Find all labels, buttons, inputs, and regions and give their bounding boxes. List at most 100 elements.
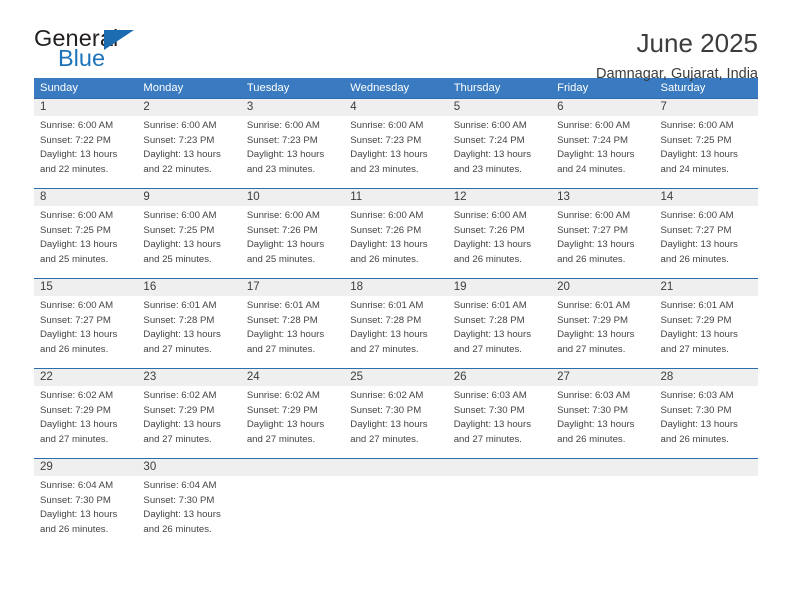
sunset-text: Sunset: 7:23 PM [246, 134, 318, 146]
weekday-header-wednesday: Wednesday [350, 82, 410, 94]
day-cell[interactable]: Sunrise: 6:01 AM Sunset: 7:28 PM Dayligh… [137, 296, 240, 368]
day-number[interactable]: 22 [34, 369, 137, 386]
daylight-text-line2: and 27 minutes. [453, 343, 522, 355]
weekday-header-saturday: Saturday [660, 82, 706, 94]
week-daynumber-band: 1 2 3 4 5 6 7 [34, 99, 758, 116]
day-cell[interactable]: Sunrise: 6:00 AM Sunset: 7:25 PM Dayligh… [137, 206, 240, 278]
day-cell[interactable]: Sunrise: 6:00 AM Sunset: 7:23 PM Dayligh… [241, 116, 344, 188]
day-cell[interactable]: Sunrise: 6:02 AM Sunset: 7:29 PM Dayligh… [34, 386, 137, 458]
calendar-page: General Blue June 2025 Damnagar, Gujarat… [0, 0, 792, 612]
day-number[interactable]: 27 [551, 369, 654, 386]
day-number[interactable]: 12 [448, 189, 551, 206]
day-cell[interactable]: Sunrise: 6:00 AM Sunset: 7:26 PM Dayligh… [448, 206, 551, 278]
day-number[interactable]: 7 [655, 99, 758, 116]
daylight-text-line1: Daylight: 13 hours [246, 239, 325, 251]
daylight-text-line2: and 27 minutes. [246, 343, 316, 355]
daylight-text-line2: and 22 minutes. [143, 163, 212, 175]
day-number[interactable]: 30 [137, 459, 240, 476]
sunset-text: Sunset: 7:23 PM [143, 134, 215, 146]
day-cell[interactable]: Sunrise: 6:02 AM Sunset: 7:29 PM Dayligh… [137, 386, 240, 458]
week-detail-band: Sunrise: 6:04 AM Sunset: 7:30 PM Dayligh… [34, 476, 758, 536]
day-number[interactable]: 1 [34, 99, 137, 116]
sunrise-text: Sunrise: 6:00 AM [660, 210, 734, 221]
daylight-text-line1: Daylight: 13 hours [660, 239, 738, 251]
sunset-text: Sunset: 7:25 PM [40, 224, 111, 236]
day-cell-empty [344, 476, 447, 536]
day-cell[interactable]: Sunrise: 6:04 AM Sunset: 7:30 PM Dayligh… [137, 476, 240, 536]
day-cell[interactable]: Sunrise: 6:03 AM Sunset: 7:30 PM Dayligh… [655, 386, 758, 458]
day-cell[interactable]: Sunrise: 6:00 AM Sunset: 7:27 PM Dayligh… [551, 206, 654, 278]
title-block: June 2025 Damnagar, Gujarat, India [596, 27, 758, 83]
day-number[interactable]: 6 [551, 99, 654, 116]
daylight-text-line1: Daylight: 13 hours [660, 419, 738, 431]
day-number[interactable]: 9 [137, 189, 240, 206]
day-cell[interactable]: Sunrise: 6:02 AM Sunset: 7:30 PM Dayligh… [344, 386, 447, 458]
sunrise-text: Sunrise: 6:00 AM [660, 120, 734, 131]
day-number[interactable]: 4 [344, 99, 447, 116]
day-number[interactable]: 29 [34, 459, 137, 476]
day-cell[interactable]: Sunrise: 6:00 AM Sunset: 7:24 PM Dayligh… [551, 116, 654, 188]
day-cell[interactable]: Sunrise: 6:01 AM Sunset: 7:29 PM Dayligh… [655, 296, 758, 368]
day-cell[interactable]: Sunrise: 6:00 AM Sunset: 7:23 PM Dayligh… [137, 116, 240, 188]
daylight-text-line2: and 26 minutes. [350, 253, 419, 265]
day-number[interactable]: 8 [34, 189, 137, 206]
week-detail-band: Sunrise: 6:02 AM Sunset: 7:29 PM Dayligh… [34, 386, 758, 458]
day-cell[interactable]: Sunrise: 6:00 AM Sunset: 7:26 PM Dayligh… [241, 206, 344, 278]
day-cell[interactable]: Sunrise: 6:04 AM Sunset: 7:30 PM Dayligh… [34, 476, 137, 536]
day-number[interactable]: 26 [448, 369, 551, 386]
day-cell[interactable]: Sunrise: 6:03 AM Sunset: 7:30 PM Dayligh… [551, 386, 654, 458]
day-cell[interactable]: Sunrise: 6:00 AM Sunset: 7:27 PM Dayligh… [34, 296, 137, 368]
day-cell[interactable]: Sunrise: 6:01 AM Sunset: 7:28 PM Dayligh… [241, 296, 344, 368]
daylight-text-line2: and 25 minutes. [246, 253, 316, 265]
day-number[interactable]: 16 [137, 279, 240, 296]
day-cell[interactable]: Sunrise: 6:01 AM Sunset: 7:28 PM Dayligh… [448, 296, 551, 368]
sunset-text: Sunset: 7:29 PM [40, 404, 111, 416]
day-number[interactable]: 25 [344, 369, 447, 386]
day-cell[interactable]: Sunrise: 6:00 AM Sunset: 7:27 PM Dayligh… [655, 206, 758, 278]
day-cell[interactable]: Sunrise: 6:00 AM Sunset: 7:23 PM Dayligh… [344, 116, 447, 188]
day-number[interactable]: 2 [137, 99, 240, 116]
page-title: June 2025 [636, 28, 758, 58]
day-cell[interactable]: Sunrise: 6:02 AM Sunset: 7:29 PM Dayligh… [241, 386, 344, 458]
brand-logo[interactable]: General Blue [34, 26, 138, 75]
sunset-text: Sunset: 7:29 PM [246, 404, 318, 416]
day-cell[interactable]: Sunrise: 6:00 AM Sunset: 7:26 PM Dayligh… [344, 206, 447, 278]
daylight-text-line2: and 26 minutes. [143, 523, 212, 535]
day-number[interactable]: 3 [241, 99, 344, 116]
sunrise-text: Sunrise: 6:00 AM [143, 120, 217, 131]
weekday-header-row: Sunday Monday Tuesday Wednesday Thursday… [34, 78, 758, 98]
day-number[interactable]: 20 [551, 279, 654, 296]
day-number[interactable]: 19 [448, 279, 551, 296]
sunset-text: Sunset: 7:30 PM [40, 494, 111, 506]
day-number[interactable]: 10 [241, 189, 344, 206]
day-cell[interactable]: Sunrise: 6:00 AM Sunset: 7:25 PM Dayligh… [34, 206, 137, 278]
day-cell[interactable]: Sunrise: 6:01 AM Sunset: 7:29 PM Dayligh… [551, 296, 654, 368]
day-number[interactable]: 14 [655, 189, 758, 206]
day-cell[interactable]: Sunrise: 6:00 AM Sunset: 7:25 PM Dayligh… [655, 116, 758, 188]
weekday-header-monday: Monday [143, 82, 184, 94]
sunset-text: Sunset: 7:30 PM [143, 494, 215, 506]
day-number[interactable]: 24 [241, 369, 344, 386]
day-number[interactable]: 11 [344, 189, 447, 206]
day-number[interactable]: 15 [34, 279, 137, 296]
day-number[interactable]: 18 [344, 279, 447, 296]
daylight-text-line1: Daylight: 13 hours [40, 149, 118, 161]
day-cell-empty [448, 476, 551, 536]
daylight-text-line2: and 27 minutes. [246, 433, 316, 445]
daylight-text-line1: Daylight: 13 hours [143, 329, 221, 341]
day-cell[interactable]: Sunrise: 6:01 AM Sunset: 7:28 PM Dayligh… [344, 296, 447, 368]
day-number[interactable]: 17 [241, 279, 344, 296]
day-cell[interactable]: Sunrise: 6:00 AM Sunset: 7:22 PM Dayligh… [34, 116, 137, 188]
daylight-text-line2: and 24 minutes. [660, 163, 729, 175]
day-number[interactable]: 13 [551, 189, 654, 206]
daylight-text-line2: and 26 minutes. [660, 433, 729, 445]
sunset-text: Sunset: 7:24 PM [557, 134, 629, 146]
daylight-text-line2: and 27 minutes. [453, 433, 522, 445]
day-cell[interactable]: Sunrise: 6:03 AM Sunset: 7:30 PM Dayligh… [448, 386, 551, 458]
day-number[interactable]: 21 [655, 279, 758, 296]
sunrise-text: Sunrise: 6:00 AM [557, 210, 631, 221]
day-number[interactable]: 23 [137, 369, 240, 386]
day-number[interactable]: 28 [655, 369, 758, 386]
day-cell[interactable]: Sunrise: 6:00 AM Sunset: 7:24 PM Dayligh… [448, 116, 551, 188]
day-number[interactable]: 5 [448, 99, 551, 116]
